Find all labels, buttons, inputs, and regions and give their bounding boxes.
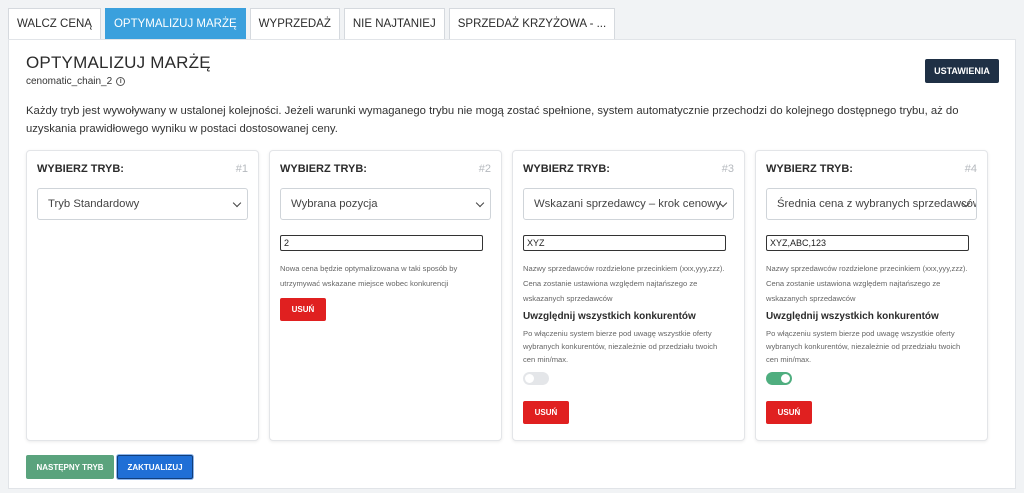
card-number: #1 — [235, 163, 248, 175]
mode-select-value: Średnia cena z wybranych sprzedawców — [777, 198, 977, 210]
all-competitors-label: Uwzględnij wszystkich konkurentów — [523, 311, 696, 322]
all-competitors-toggle[interactable] — [766, 372, 792, 385]
mode-select[interactable]: Wskazani sprzedawcy – krok cenowy — [523, 188, 734, 220]
settings-button[interactable]: USTAWIENIA — [925, 59, 999, 83]
card-heading: WYBIERZ TRYB: — [37, 163, 124, 175]
tab-optymalizuj-marze[interactable]: OPTYMALIZUJ MARŻĘ — [104, 8, 246, 39]
mode-card-3: WYBIERZ TRYB: #3 Wskazani sprzedawcy – k… — [512, 150, 745, 441]
toggle-knob — [781, 374, 790, 383]
card-number: #3 — [721, 163, 734, 175]
tab-bar: WALCZ CENĄ OPTYMALIZUJ MARŻĘ WYPRZEDAŻ N… — [8, 8, 619, 40]
page-title: OPTYMALIZUJ MARŻĘ — [26, 53, 211, 72]
all-competitors-desc: Po włączeniu system bierze pod uwagę wsz… — [523, 329, 718, 364]
card-heading: WYBIERZ TRYB: — [766, 163, 853, 175]
card-number: #2 — [478, 163, 491, 175]
tab-wyprzedaz[interactable]: WYPRZEDAŻ — [249, 8, 340, 39]
mode-card-2: WYBIERZ TRYB: #2 Wybrana pozycja 2 Nowa … — [269, 150, 502, 441]
chain-name: cenomatic_chain_2 i — [26, 76, 126, 87]
sellers-input[interactable]: XYZ — [523, 235, 726, 251]
tab-walcz-cena[interactable]: WALCZ CENĄ — [8, 8, 101, 39]
delete-button[interactable]: USUŃ — [280, 298, 326, 321]
mode-select-value: Tryb Standardowy — [48, 198, 140, 210]
sellers-hint: Nazwy sprzedawców rozdzielone przecinkie… — [766, 264, 968, 303]
card-heading: WYBIERZ TRYB: — [280, 163, 367, 175]
card-heading: WYBIERZ TRYB: — [523, 163, 610, 175]
mode-select-value: Wskazani sprzedawcy – krok cenowy — [534, 198, 722, 210]
delete-button[interactable]: USUŃ — [523, 401, 569, 424]
mode-select[interactable]: Wybrana pozycja — [280, 188, 491, 220]
mode-select-value: Wybrana pozycja — [291, 198, 378, 210]
chain-name-label: cenomatic_chain_2 — [26, 76, 113, 87]
main-panel: OPTYMALIZUJ MARŻĘ cenomatic_chain_2 i US… — [8, 39, 1016, 489]
toggle-knob — [525, 374, 534, 383]
position-hint: Nowa cena będzie optymalizowana w taki s… — [280, 264, 458, 288]
tab-nie-najtaniej[interactable]: NIE NAJTANIEJ — [343, 8, 445, 39]
all-competitors-toggle[interactable] — [523, 372, 549, 385]
position-input[interactable]: 2 — [280, 235, 483, 251]
card-number: #4 — [964, 163, 977, 175]
chevron-down-icon — [475, 198, 485, 208]
info-icon[interactable]: i — [116, 77, 126, 86]
next-mode-button[interactable]: NASTĘPNY TRYB — [26, 455, 114, 479]
description-text: Każdy tryb jest wywoływany w ustalonej k… — [26, 105, 959, 135]
delete-button[interactable]: USUŃ — [766, 401, 812, 424]
sellers-input[interactable]: XYZ,ABC,123 — [766, 235, 969, 251]
update-button[interactable]: ZAKTUALIZUJ — [117, 455, 193, 479]
chevron-down-icon — [232, 198, 242, 208]
mode-card-4: WYBIERZ TRYB: #4 Średnia cena z wybranyc… — [755, 150, 988, 441]
all-competitors-label: Uwzględnij wszystkich konkurentów — [766, 311, 939, 322]
tab-sprzedaz-krzyzowa[interactable]: SPRZEDAŻ KRZYŻOWA - ... — [448, 8, 616, 39]
mode-select[interactable]: Średnia cena z wybranych sprzedawców — [766, 188, 977, 220]
all-competitors-desc: Po włączeniu system bierze pod uwagę wsz… — [766, 329, 961, 364]
mode-card-1: WYBIERZ TRYB: #1 Tryb Standardowy — [26, 150, 259, 441]
sellers-hint: Nazwy sprzedawców rozdzielone przecinkie… — [523, 264, 725, 303]
mode-select[interactable]: Tryb Standardowy — [37, 188, 248, 220]
